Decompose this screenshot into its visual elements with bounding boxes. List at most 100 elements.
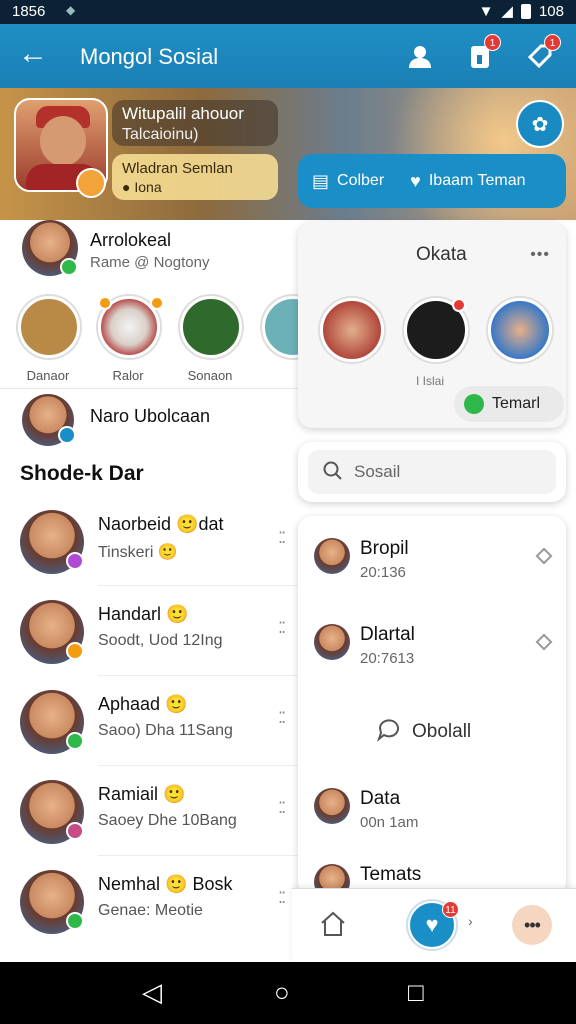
signal-icon: ◢ xyxy=(501,3,513,20)
story-avatar[interactable] xyxy=(18,296,80,358)
contacts-panel: Bropil 20:136 Dlartal 20:7613 Obolall Da… xyxy=(298,516,566,900)
contact-name: Dlartal xyxy=(360,624,415,645)
contact-row[interactable]: Data 00n 1am xyxy=(298,766,566,846)
chat-status-badge xyxy=(66,822,84,840)
pinned-name: Naro Ubolcaan xyxy=(90,406,211,426)
contact-row[interactable]: Dlartal 20:7613 xyxy=(298,602,566,682)
status-bar: 1856 ◆ ▼ ◢ 108 xyxy=(0,0,576,24)
banner-caption: Witupalil ahouor Talcaioinu) xyxy=(112,100,278,146)
more-options-icon[interactable]: ••• xyxy=(530,246,550,264)
search-placeholder: Sosail xyxy=(354,462,401,481)
tag-icon[interactable]: 1 xyxy=(524,34,561,72)
more-icon[interactable]: ⁚⁚ xyxy=(278,528,286,548)
avatar-badge-icon xyxy=(76,168,106,198)
story-label: Sonaon xyxy=(187,368,233,383)
chevron-icon: › xyxy=(468,913,473,929)
caption-line2: Talcaioinu) xyxy=(122,126,199,143)
story-badge xyxy=(150,296,164,310)
diamond-icon[interactable] xyxy=(535,547,553,565)
pinned-badge xyxy=(58,426,76,444)
profile-icon[interactable] xyxy=(404,40,436,72)
story-avatar[interactable] xyxy=(180,296,242,358)
document-icon: ▤ xyxy=(312,170,330,191)
story-label: Ralor xyxy=(112,368,144,383)
call-button[interactable]: Obolall xyxy=(376,716,471,748)
contact-time: 20:136 xyxy=(360,564,406,581)
chat-row[interactable]: Nemhal 🙂 Bosk Genae: Meotie ⁚⁚ xyxy=(0,856,300,946)
left-list: Arrolokeal Rame @ Nogtony Danaor Ralor S… xyxy=(0,220,300,962)
status-time: 1856 xyxy=(12,3,46,20)
profile-name: Arrolokeal xyxy=(90,230,172,250)
chat-name: Aphaad 🙂 xyxy=(98,694,188,714)
search-icon xyxy=(322,460,342,485)
add-friend-label: Ibaam Teman xyxy=(428,172,526,189)
diamond-icon[interactable] xyxy=(535,633,553,651)
heart-badge: 11 xyxy=(442,901,459,918)
chat-name: Naorbeid 🙂dat xyxy=(98,514,224,534)
friend-button[interactable]: Temarl xyxy=(454,386,564,422)
stories-label: I Islai xyxy=(416,374,445,388)
stories-panel: Okata ••• I Islai Temarl xyxy=(298,222,566,428)
chat-row[interactable]: Naorbeid 🙂dat Tinskeri 🙂 ⁚⁚ xyxy=(0,496,300,586)
chat-row[interactable]: Aphaad 🙂 Saoo) Dha 11Sang ⁚⁚ xyxy=(0,676,300,766)
story-row: Danaor Ralor Sonaon xyxy=(0,296,300,388)
story-avatar[interactable] xyxy=(320,298,384,362)
status-icons: ▼ ◢ 108 xyxy=(478,2,564,21)
chat-preview: Genae: Meotie xyxy=(98,902,203,919)
profile-banner: Witupalil ahouor Talcaioinu) Wladran Sem… xyxy=(0,88,576,220)
app-title: Mongol Sosial xyxy=(80,44,219,69)
group-icon[interactable]: ✿ xyxy=(516,100,564,148)
app-bar: ← Mongol Sosial 1 1 xyxy=(0,24,576,88)
battery-text: 108 xyxy=(538,2,564,20)
contact-name: Bropil xyxy=(360,538,409,559)
chat-row[interactable]: Handarl 🙂 Soodt, Uod 12Ing ⁚⁚ xyxy=(0,586,300,676)
banner-actions: ▤ Colber ♥ Ibaam Teman xyxy=(298,154,566,208)
more-icon[interactable]: ⁚⁚ xyxy=(278,618,286,638)
home-icon[interactable] xyxy=(318,909,348,946)
contact-name: Temats xyxy=(360,864,422,885)
story-label: Danaor xyxy=(26,368,70,383)
profile-subtitle: Rame @ Nogtony xyxy=(90,254,210,271)
caption-line1: Witupalil ahouor xyxy=(122,104,244,123)
more-icon[interactable]: ⁚⁚ xyxy=(278,708,286,728)
chat-status-badge xyxy=(66,912,84,930)
home-circle-icon[interactable]: ○ xyxy=(274,978,290,1006)
caption2-line1: Wladran Semlan xyxy=(122,160,233,177)
chat-preview: Tinskeri 🙂 xyxy=(98,544,178,561)
story-avatar[interactable] xyxy=(488,298,552,362)
recents-square-icon[interactable]: □ xyxy=(408,978,424,1006)
back-arrow-icon[interactable]: ← xyxy=(18,38,48,70)
contact-row[interactable]: Bropil 20:136 xyxy=(298,516,566,596)
wifi-icon: ▼ xyxy=(478,2,494,20)
contact-name: Data xyxy=(360,788,401,809)
notification-bell-icon[interactable]: 1 xyxy=(464,34,501,72)
colber-button[interactable]: ▤ Colber xyxy=(298,171,384,192)
back-triangle-icon[interactable]: ◁ xyxy=(142,978,162,1006)
add-friend-button[interactable]: ♥ Ibaam Teman xyxy=(384,171,525,192)
chat-status-badge xyxy=(66,732,84,750)
chat-bubble-icon xyxy=(376,716,402,748)
more-dots-icon[interactable]: ••• xyxy=(512,905,552,945)
contact-avatar xyxy=(314,624,350,660)
caption2-line2: ● Iona xyxy=(122,179,268,195)
search-panel: Sosail xyxy=(298,442,566,502)
caption2-line2-text: Iona xyxy=(134,179,162,195)
story-badge xyxy=(98,296,112,310)
divider xyxy=(0,388,300,389)
search-input[interactable]: Sosail xyxy=(308,450,556,494)
chat-bubble-icon xyxy=(464,394,484,414)
chat-status-badge xyxy=(66,642,84,660)
system-nav-bar: ◁ ○ □ xyxy=(0,962,576,1024)
notification-badge: 1 xyxy=(484,34,501,51)
more-icon[interactable]: ⁚⁚ xyxy=(278,888,286,908)
more-icon[interactable]: ⁚⁚ xyxy=(278,798,286,818)
chat-row[interactable]: Ramiail 🙂 Saoey Dhe 10Bang ⁚⁚ xyxy=(0,766,300,856)
avatar-face xyxy=(40,116,86,166)
bottom-nav: ♥ 11 › ••• xyxy=(292,888,576,962)
chat-name: Handarl 🙂 xyxy=(98,604,189,624)
friend-label: Temarl xyxy=(492,395,541,412)
contact-avatar xyxy=(314,538,350,574)
trophy-icon: ♥ xyxy=(410,170,421,191)
chat-status-badge xyxy=(66,552,84,570)
story-avatar[interactable] xyxy=(262,296,300,358)
